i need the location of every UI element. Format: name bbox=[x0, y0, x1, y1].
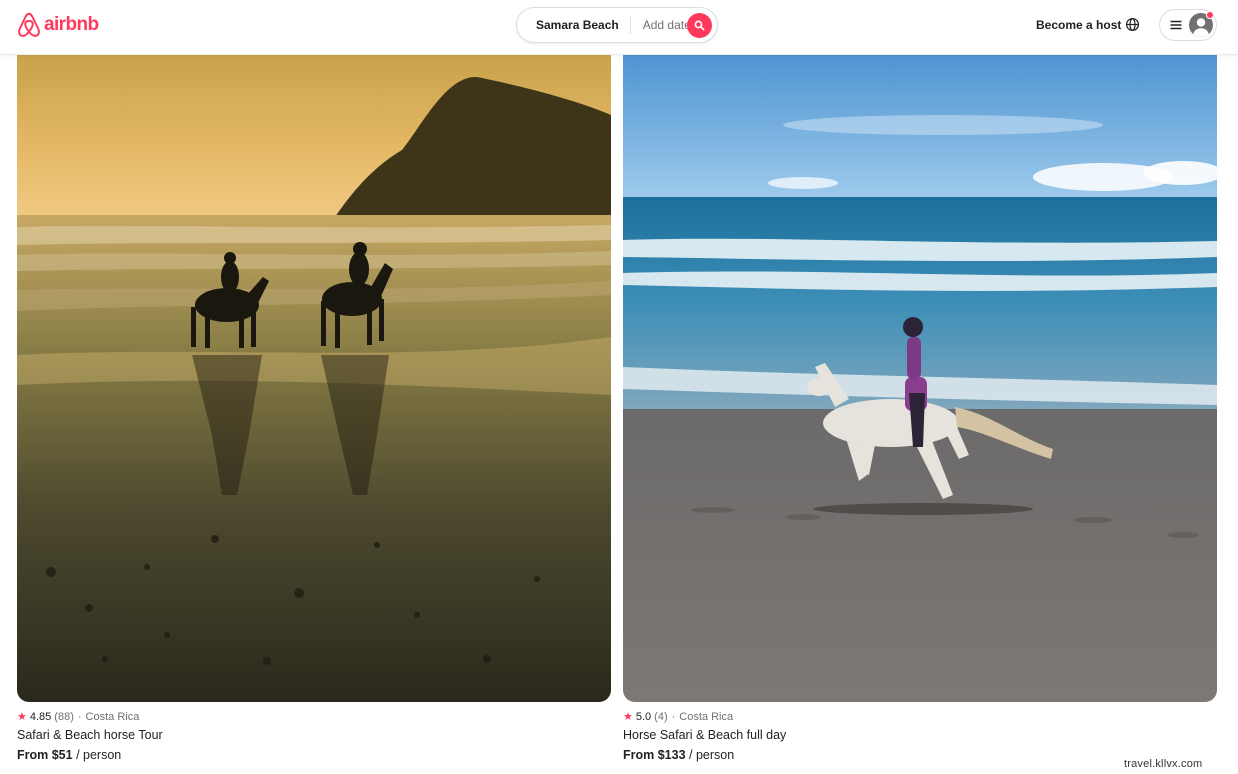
search-button[interactable] bbox=[687, 13, 712, 38]
listing-meta: ★ 5.0 (4) · Costa Rica bbox=[623, 710, 1217, 724]
listing-photo[interactable] bbox=[17, 55, 611, 702]
listing-location: Costa Rica bbox=[85, 710, 140, 723]
listing-card[interactable]: ★ 5.0 (4) · Costa Rica Horse Safari & Be… bbox=[623, 55, 1217, 762]
top-nav-header: airbnb Samara Beach Add date Become a ho… bbox=[0, 0, 1238, 55]
listing-price: From $51 bbox=[17, 748, 73, 762]
meta-separator: · bbox=[671, 710, 676, 723]
listing-photo[interactable] bbox=[623, 55, 1217, 702]
search-bar[interactable]: Samara Beach Add date bbox=[516, 7, 718, 43]
listing-review-count: (4) bbox=[654, 710, 668, 723]
listing-title[interactable]: Horse Safari & Beach full day bbox=[623, 728, 1217, 742]
star-icon: ★ bbox=[17, 711, 27, 723]
listing-rating: 5.0 bbox=[635, 710, 652, 723]
listing-card[interactable]: ★ 4.85 (88) · Costa Rica Safari & Beach … bbox=[17, 55, 611, 762]
search-icon bbox=[694, 20, 705, 31]
search-date-field[interactable]: Add date bbox=[631, 18, 691, 32]
become-host-link[interactable]: Become a host bbox=[1036, 18, 1121, 32]
listing-price: From $133 bbox=[623, 748, 686, 762]
logo-wordmark: airbnb bbox=[44, 14, 99, 35]
hamburger-icon bbox=[1170, 20, 1182, 30]
listing-meta: ★ 4.85 (88) · Costa Rica bbox=[17, 710, 611, 724]
star-icon: ★ bbox=[623, 711, 633, 723]
listing-price-unit: / person bbox=[689, 748, 735, 762]
airbnb-logo[interactable]: airbnb bbox=[17, 12, 99, 38]
listing-rating: 4.85 bbox=[29, 710, 52, 723]
listing-price-unit: / person bbox=[76, 748, 122, 762]
watermark-text: travel.kllvx.com bbox=[1124, 758, 1203, 770]
search-location-field[interactable]: Samara Beach bbox=[517, 18, 630, 32]
listing-price-row: From $51 / person bbox=[17, 748, 611, 762]
listing-location: Costa Rica bbox=[679, 710, 734, 723]
listing-review-count: (88) bbox=[54, 710, 74, 723]
notification-badge bbox=[1206, 11, 1214, 19]
meta-separator: · bbox=[77, 710, 82, 723]
listing-title[interactable]: Safari & Beach horse Tour bbox=[17, 728, 611, 742]
airbnb-logo-icon bbox=[18, 12, 40, 37]
globe-icon[interactable] bbox=[1125, 17, 1140, 32]
